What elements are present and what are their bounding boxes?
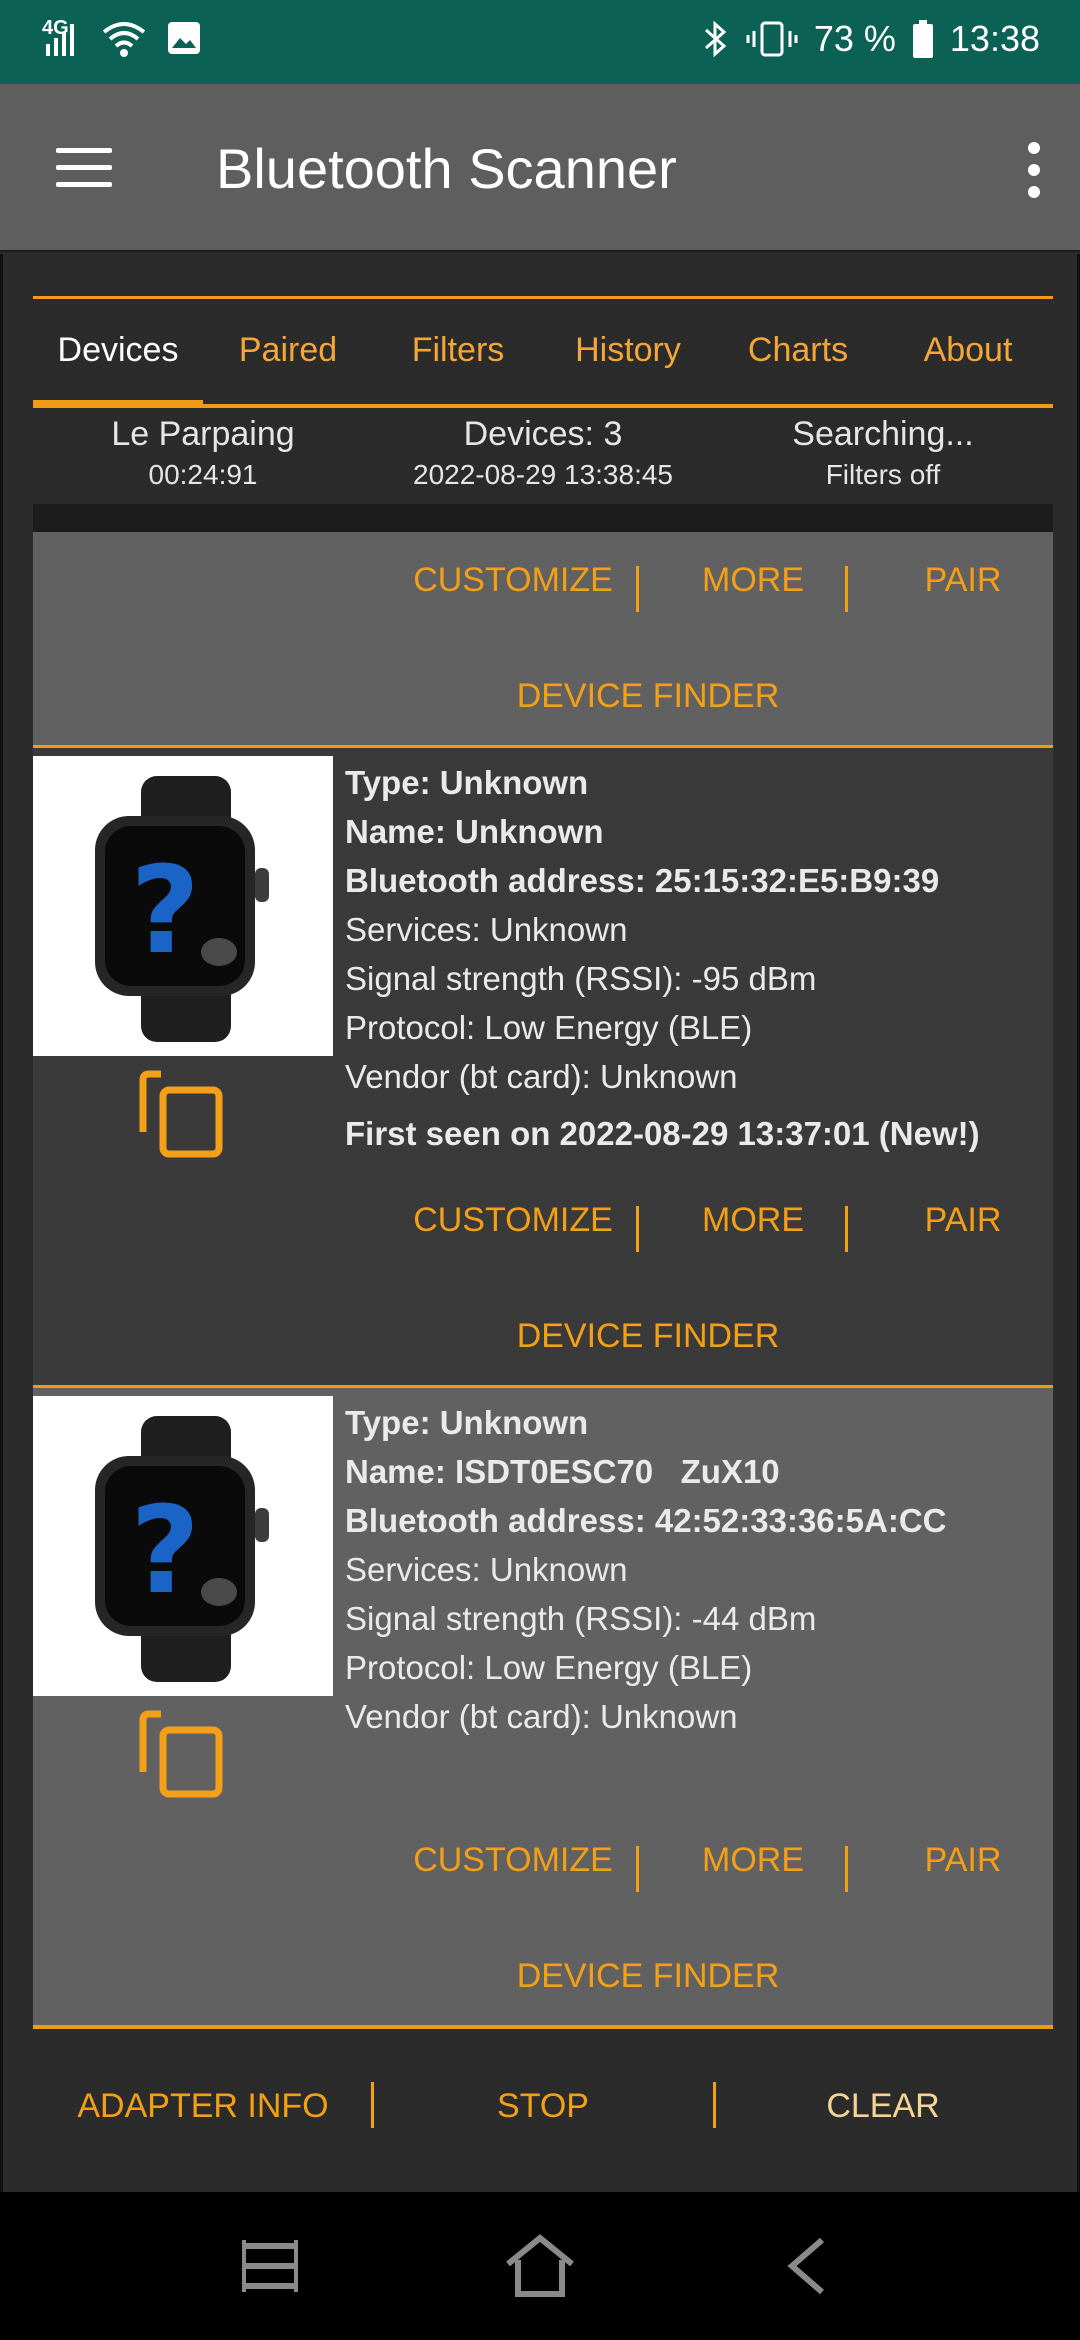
device-vendor: Vendor (bt card): Unknown bbox=[345, 1058, 738, 1095]
main-content: Devices Paired Filters History Charts Ab… bbox=[0, 254, 1080, 2192]
customize-button[interactable]: CUSTOMIZE bbox=[363, 550, 663, 610]
customize-button[interactable]: CUSTOMIZE bbox=[363, 1190, 663, 1250]
device-type: Type: Unknown bbox=[345, 764, 589, 801]
device-rssi: Signal strength (RSSI): -95 dBm bbox=[345, 960, 817, 997]
battery-icon bbox=[912, 20, 933, 58]
device-finder-button[interactable]: DEVICE FINDER bbox=[33, 1306, 1053, 1366]
device-protocol: Protocol: Low Energy (BLE) bbox=[345, 1009, 753, 1046]
filters-status: Filters off bbox=[825, 459, 941, 490]
scan-datetime: 2022-08-29 13:38:45 bbox=[413, 459, 673, 490]
divider bbox=[33, 2026, 1053, 2029]
svg-text:?: ? bbox=[130, 842, 200, 981]
active-tab-indicator bbox=[33, 400, 203, 408]
elapsed-time: 00:24:91 bbox=[148, 459, 258, 490]
battery-percent: 73 % bbox=[813, 18, 896, 59]
tab-charts[interactable]: Charts bbox=[713, 320, 883, 410]
copy-icon[interactable] bbox=[139, 1066, 227, 1162]
more-button[interactable]: MORE bbox=[653, 1190, 853, 1250]
bluetooth-icon bbox=[704, 20, 727, 58]
device-protocol: Protocol: Low Energy (BLE) bbox=[345, 1649, 753, 1686]
device-rssi: Signal strength (RSSI): -44 dBm bbox=[345, 1600, 817, 1637]
smartwatch-image: ? bbox=[33, 756, 333, 1056]
svg-text:?: ? bbox=[130, 1482, 200, 1621]
system-navigation-bar bbox=[0, 2192, 1080, 2340]
separator bbox=[845, 1206, 848, 1252]
device-finder-button[interactable]: DEVICE FINDER bbox=[33, 1946, 1053, 2006]
vibrate-icon bbox=[746, 21, 798, 57]
device-actions: CUSTOMIZE MORE PAIR DEVICE FINDER bbox=[33, 1812, 1053, 2028]
app-title: Bluetooth Scanner bbox=[216, 137, 677, 200]
device-finder-button[interactable]: DEVICE FINDER bbox=[33, 666, 1053, 726]
hamburger-menu-icon[interactable] bbox=[56, 148, 112, 188]
separator bbox=[636, 1206, 639, 1252]
back-icon[interactable] bbox=[770, 2232, 850, 2300]
image-icon bbox=[168, 22, 200, 54]
tab-filters[interactable]: Filters bbox=[373, 320, 543, 410]
tab-history[interactable]: History bbox=[543, 320, 713, 410]
device-card[interactable]: ? Type: Unknown Name: ISDT0ESC70 ZuX10 B… bbox=[33, 1388, 1053, 2028]
recent-apps-icon[interactable] bbox=[230, 2232, 310, 2300]
clear-button[interactable]: CLEAR bbox=[713, 2066, 1053, 2146]
tab-bar: Devices Paired Filters History Charts Ab… bbox=[33, 320, 1053, 410]
separator bbox=[845, 1846, 848, 1892]
device-card[interactable]: ? Type: Unknown Name: Unknown Bluetooth … bbox=[33, 748, 1053, 1388]
adapter-info-button[interactable]: ADAPTER INFO bbox=[33, 2066, 373, 2146]
more-button[interactable]: MORE bbox=[653, 550, 853, 610]
pair-button[interactable]: PAIR bbox=[883, 1190, 1043, 1250]
device-name: Name: ISDT0ESC70 ZuX10 bbox=[345, 1453, 780, 1490]
device-type: Type: Unknown bbox=[345, 1404, 589, 1441]
divider bbox=[33, 504, 1053, 532]
device-name: Name: Unknown bbox=[345, 813, 604, 850]
device-address: Bluetooth address: 42:52:33:36:5A:CC bbox=[345, 1502, 947, 1539]
smartwatch-image: ? bbox=[33, 1396, 333, 1696]
separator bbox=[845, 566, 848, 612]
tab-devices[interactable]: Devices bbox=[33, 320, 203, 410]
home-icon[interactable] bbox=[500, 2232, 580, 2300]
app-bar: Bluetooth Scanner bbox=[0, 84, 1080, 252]
divider bbox=[33, 296, 1053, 299]
status-bar: 4G 73 % 13:38 bbox=[0, 0, 1080, 84]
device-actions: CUSTOMIZE MORE PAIR DEVICE FINDER bbox=[33, 532, 1053, 748]
scan-info: Le Parpaing 00:24:91 Devices: 3 2022-08-… bbox=[33, 414, 1053, 498]
clock: 13:38 bbox=[949, 18, 1040, 59]
copy-icon[interactable] bbox=[139, 1706, 227, 1802]
more-button[interactable]: MORE bbox=[653, 1830, 853, 1890]
device-first-seen: First seen on 2022-08-29 13:37:01 (New!) bbox=[345, 1115, 980, 1152]
scan-status: Searching... bbox=[792, 415, 974, 453]
location-label: Le Parpaing bbox=[111, 415, 295, 453]
tab-paired[interactable]: Paired bbox=[203, 320, 373, 410]
device-count: Devices: 3 bbox=[463, 415, 623, 453]
separator bbox=[636, 566, 639, 612]
device-services: Services: Unknown bbox=[345, 911, 628, 948]
pair-button[interactable]: PAIR bbox=[883, 1830, 1043, 1890]
bottom-action-bar: ADAPTER INFO STOP CLEAR bbox=[33, 2066, 1053, 2146]
device-services: Services: Unknown bbox=[345, 1551, 628, 1588]
stop-button[interactable]: STOP bbox=[373, 2066, 713, 2146]
device-actions: CUSTOMIZE MORE PAIR DEVICE FINDER bbox=[33, 1172, 1053, 1388]
device-vendor: Vendor (bt card): Unknown bbox=[345, 1698, 738, 1735]
customize-button[interactable]: CUSTOMIZE bbox=[363, 1830, 663, 1890]
wifi-icon bbox=[102, 22, 146, 57]
tab-about[interactable]: About bbox=[883, 320, 1053, 410]
signal-icon: 4G bbox=[42, 18, 82, 58]
more-vert-icon[interactable] bbox=[1028, 142, 1048, 208]
pair-button[interactable]: PAIR bbox=[883, 550, 1043, 610]
device-address: Bluetooth address: 25:15:32:E5:B9:39 bbox=[345, 862, 940, 899]
separator bbox=[636, 1846, 639, 1892]
